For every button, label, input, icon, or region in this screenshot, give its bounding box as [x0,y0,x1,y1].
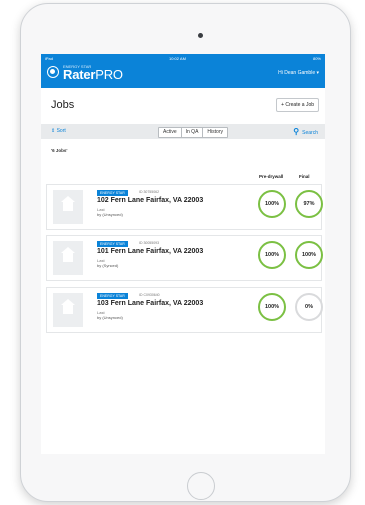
job-card[interactable]: ENERGY STAR ID 30055093 101 Fern Lane Fa… [46,235,323,281]
logo-main: Rater [63,67,96,82]
job-sync-status: by (Synced) [97,263,119,268]
status-battery: 80% [312,56,321,61]
status-tabs: Active In QA History [158,127,228,138]
job-address: 103 Fern Lane Fairfax, VA 22003 [97,300,204,307]
job-sync-status: by (Unsynced) [97,315,123,320]
search-label: Search [302,130,318,136]
column-header-pre-drywall: Pre-drywall [259,174,284,179]
final-progress: 0% [295,293,323,321]
search-button[interactable]: ⚲ Search [293,127,318,136]
job-card[interactable]: ENERGY STAR ID C0930640 103 Fern Lane Fa… [46,287,323,333]
final-progress: 100% [295,241,323,269]
job-thumbnail [53,190,83,224]
job-id: ID 30755062 [139,190,160,194]
job-id: ID C0930640 [139,293,160,297]
job-count: '6 Jobs' [51,148,68,153]
house-icon [61,299,75,315]
filter-bar: ⇕ Sort Active In QA History ⚲ Search [41,124,325,139]
house-icon [61,247,75,263]
column-header-final: Final [299,174,310,179]
job-thumbnail [53,241,83,275]
camera [198,33,203,38]
user-menu[interactable]: Hi Dean Gamble ▾ [278,70,319,76]
job-card[interactable]: ENERGY STAR ID 30755062 102 Fern Lane Fa… [46,184,323,230]
status-time: 10:02 AM [169,56,186,61]
job-sync-status: by (Unsynced) [97,212,123,217]
app-logo: RaterPRO [63,67,123,82]
sort-button[interactable]: ⇕ Sort [51,128,66,134]
house-icon [61,196,75,212]
tab-in-qa[interactable]: In QA [182,128,204,137]
search-icon: ⚲ [293,127,300,136]
pre-drywall-progress: 100% [258,293,286,321]
tab-history[interactable]: History [203,128,227,137]
title-row: Jobs + Create a Job [41,88,325,124]
pre-drywall-progress: 100% [258,241,286,269]
job-address: 101 Fern Lane Fairfax, VA 22003 [97,248,204,255]
tab-active[interactable]: Active [159,128,182,137]
sort-label: Sort [56,128,66,134]
status-device: iPad [45,56,54,61]
job-address: 102 Fern Lane Fairfax, VA 22003 [97,197,204,204]
page-title: Jobs [51,99,75,111]
app-screen: iPad 10:02 AM 80% ENERGY STAR RaterPRO H… [41,54,325,454]
create-job-button[interactable]: + Create a Job [276,98,319,112]
program-badge: ENERGY STAR [97,190,128,196]
program-badge: ENERGY STAR [97,241,128,247]
job-id: ID 30055093 [139,241,160,245]
home-button[interactable] [187,472,215,500]
job-thumbnail [53,293,83,327]
program-badge: ENERGY STAR [97,293,128,299]
logo-main-light: PRO [95,67,123,82]
pre-drywall-progress: 100% [258,190,286,218]
energy-star-logo-icon [47,66,59,78]
app-header: iPad 10:02 AM 80% ENERGY STAR RaterPRO H… [41,54,325,88]
final-progress: 97% [295,190,323,218]
